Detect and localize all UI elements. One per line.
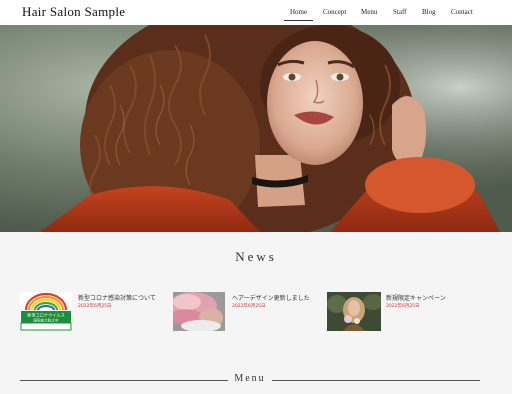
nav-contact[interactable]: Contact (451, 8, 473, 16)
hero-image (0, 25, 512, 232)
covid-sign-text-2: 感染拡大防止中 (33, 318, 59, 323)
pink-hair-image (173, 292, 225, 331)
news-item[interactable]: 新規限定キャンペーン 2022年6月25日 (327, 292, 477, 332)
covid-prevention-sign-thumb[interactable]: 新型コロナウイルス 感染拡大防止中 (20, 292, 72, 331)
nav-menu[interactable]: Menu (361, 8, 377, 16)
hero-portrait-illustration (0, 25, 512, 232)
nav-staff[interactable]: Staff (393, 8, 406, 16)
nav-blog[interactable]: Blog (422, 8, 436, 16)
news-item-title[interactable]: 新規限定キャンペーン (386, 293, 446, 302)
menu-heading: Menu (234, 373, 266, 384)
woman-flowers-thumb[interactable] (327, 292, 381, 331)
news-item-date: 2022年6月25日 (78, 304, 112, 309)
news-item[interactable]: ヘアーデザイン更新しました 2022年6月25日 (173, 292, 323, 332)
main-nav: Home Concept Menu Staff Blog Contact (0, 8, 512, 24)
pink-hair-thumb[interactable] (173, 292, 225, 331)
news-item-title[interactable]: ヘアーデザイン更新しました (232, 293, 310, 302)
site-header: Hair Salon Sample Home Concept Menu Staf… (0, 0, 512, 25)
news-item-title[interactable]: 新型コロナ感染対策について (78, 293, 156, 302)
menu-section-heading: Menu (20, 373, 480, 387)
nav-home[interactable]: Home (283, 8, 314, 21)
covid-sign-text-1: 新型コロナウイルス (27, 312, 65, 319)
woman-flowers-image (327, 292, 381, 331)
nav-concept[interactable]: Concept (323, 8, 346, 16)
news-item-date: 2022年6月25日 (232, 304, 266, 309)
covid-sign-image: 新型コロナウイルス 感染拡大防止中 (20, 292, 72, 331)
news-item[interactable]: 新型コロナウイルス 感染拡大防止中 新型コロナ感染対策について 2022年6月2… (20, 292, 170, 332)
news-item-date: 2022年6月25日 (386, 304, 420, 309)
news-heading: News (235, 249, 277, 264)
